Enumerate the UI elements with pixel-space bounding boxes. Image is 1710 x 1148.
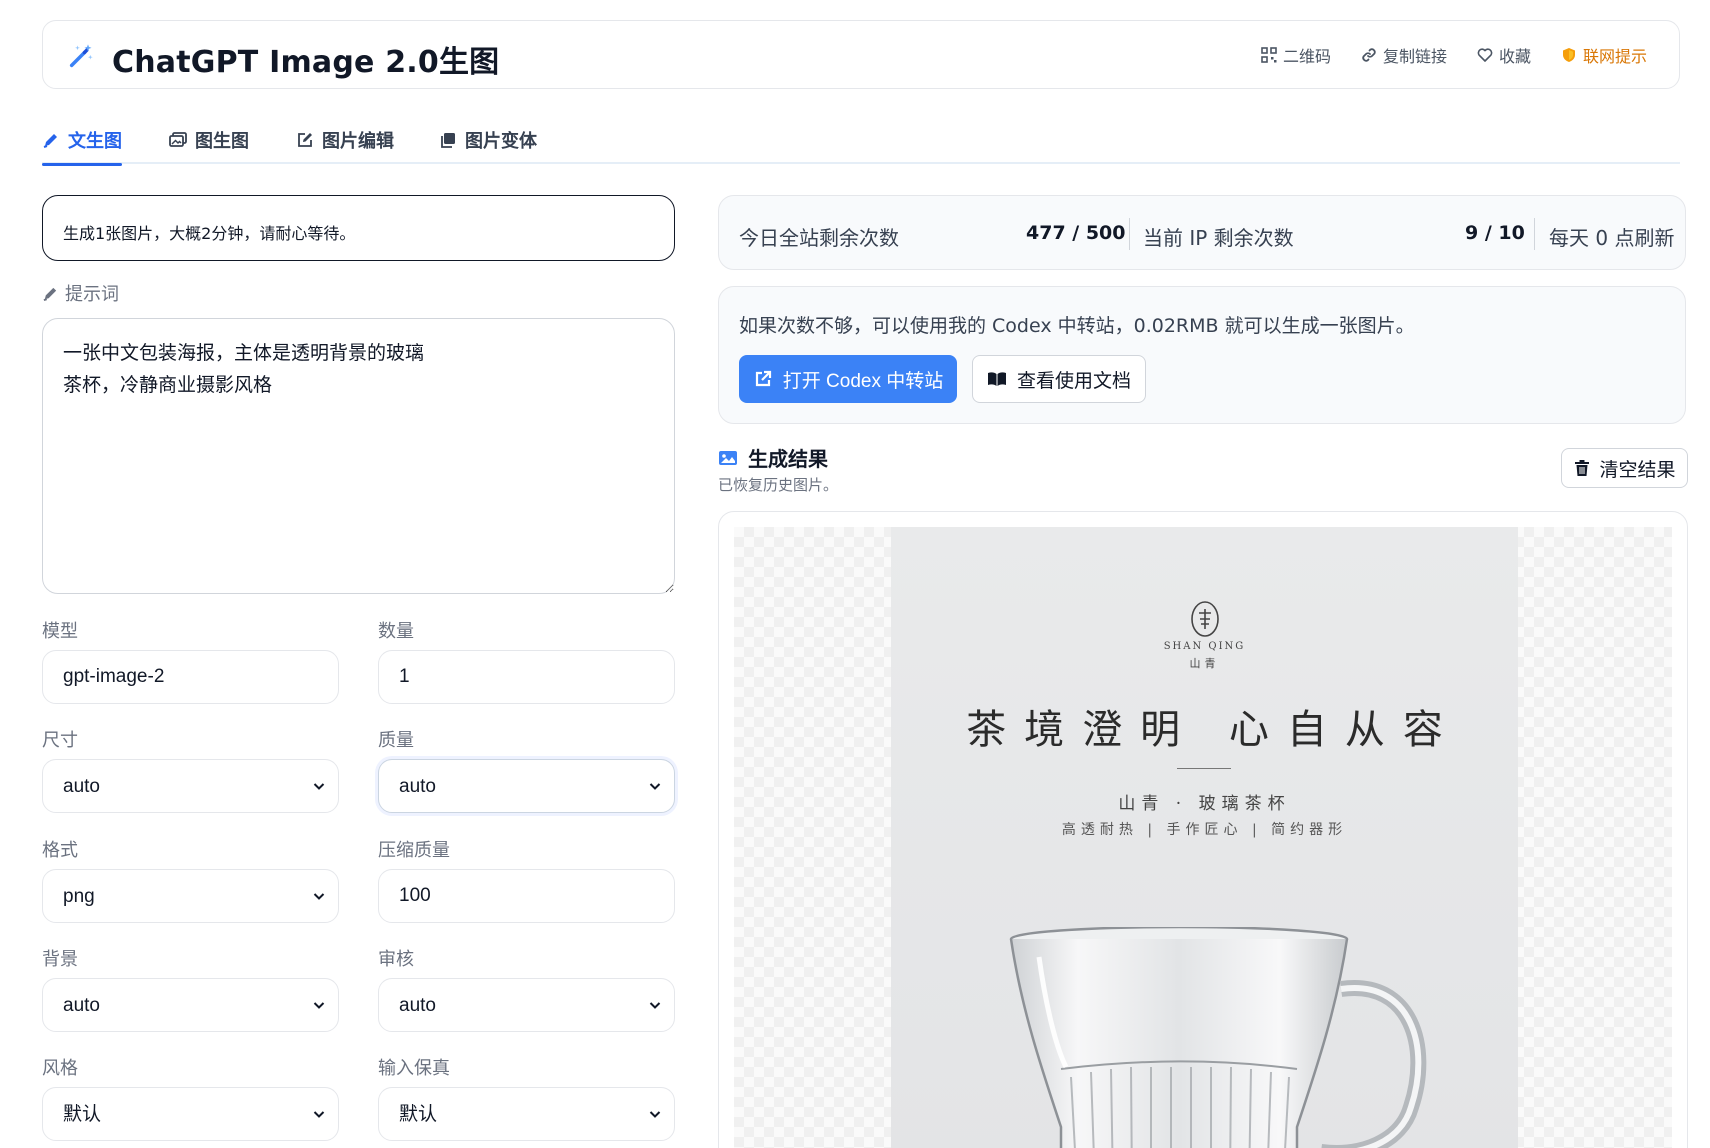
open-codex-label: 打开 Codex 中转站	[782, 370, 944, 392]
qrcode-icon	[1261, 47, 1277, 63]
input-fidelity-select[interactable]: 默认	[378, 1087, 675, 1141]
size-select-wrap: auto	[42, 759, 339, 813]
page-title: ChatGPT Image 2.0生图	[112, 45, 500, 80]
poster-divider	[1177, 768, 1231, 769]
trash-icon	[1575, 460, 1590, 476]
background-select[interactable]: auto	[42, 978, 339, 1032]
book-open-icon	[987, 372, 1006, 386]
format-select[interactable]: png	[42, 869, 339, 923]
background-select-wrap: auto	[42, 978, 339, 1032]
background-label: 背景	[42, 949, 78, 970]
clear-results-button[interactable]: 清空结果	[1561, 448, 1688, 488]
stats-divider	[1534, 218, 1535, 250]
size-select[interactable]: auto	[42, 759, 339, 813]
images-icon	[169, 132, 187, 147]
pen-icon	[43, 134, 57, 148]
network-tip-label: 联网提示	[1582, 47, 1647, 66]
input-fidelity-select-wrap: 默认	[378, 1087, 675, 1141]
tab-image-edit[interactable]: 图片编辑	[296, 118, 394, 162]
size-label: 尺寸	[42, 730, 78, 751]
pen-icon	[43, 287, 57, 301]
link-icon	[1362, 48, 1376, 62]
result-card: SHAN QING 山青 茶境澄明 心自从容 山青 · 玻璃茶杯 高透耐热 | …	[718, 511, 1688, 1148]
format-select-wrap: png	[42, 869, 339, 923]
favorite-button[interactable]: 收藏	[1477, 43, 1531, 67]
tab-image-to-image[interactable]: 图生图	[169, 118, 249, 162]
ip-quota-label: 当前 IP 剩余次数	[1143, 226, 1294, 250]
style-select[interactable]: 默认	[42, 1087, 339, 1141]
style-label: 风格	[42, 1058, 78, 1079]
view-docs-label: 查看使用文档	[1016, 369, 1131, 392]
quality-select[interactable]: auto	[378, 759, 675, 813]
moderation-label: 审核	[378, 949, 414, 970]
copy-icon	[441, 133, 455, 148]
poster-product-line: 山青 · 玻璃茶杯	[1118, 794, 1291, 814]
qrcode-label: 二维码	[1282, 47, 1331, 66]
compression-input[interactable]	[378, 869, 675, 923]
model-input[interactable]	[42, 650, 339, 704]
model-label: 模型	[42, 621, 78, 642]
app-header: ChatGPT Image 2.0生图 二维码 复制链接 收藏 联网提示	[42, 20, 1680, 89]
moderation-select[interactable]: auto	[378, 978, 675, 1032]
image-icon	[719, 450, 737, 465]
count-label: 数量	[378, 621, 414, 642]
open-codex-button[interactable]: 打开 Codex 中转站	[739, 355, 957, 403]
quality-label: 质量	[378, 730, 414, 751]
style-select-wrap: 默认	[42, 1087, 339, 1141]
glass-teacup-illustration	[1009, 927, 1427, 1148]
stats-divider	[1129, 218, 1130, 250]
quota-stats: 今日全站剩余次数 477 / 500 当前 IP 剩余次数 9 / 10 每天 …	[718, 195, 1686, 270]
count-input[interactable]	[378, 650, 675, 704]
moderation-select-wrap: auto	[378, 978, 675, 1032]
tab-label: 文生图	[68, 131, 122, 152]
tab-label: 图片变体	[465, 131, 537, 152]
brand-name-en: SHAN QING	[1163, 641, 1246, 652]
refresh-note: 每天 0 点刷新	[1549, 226, 1675, 250]
prompt-label: 提示词	[42, 280, 119, 306]
brand-name-cn: 山青	[1189, 657, 1220, 670]
mode-tabs: 文生图 图生图 图片编辑 图片变体	[42, 116, 1680, 166]
compression-label: 压缩质量	[378, 840, 450, 861]
edit-icon	[298, 133, 312, 147]
poster-headline: 茶境澄明 心自从容	[966, 707, 1461, 753]
heart-icon	[1477, 48, 1493, 62]
input-fidelity-label: 输入保真	[378, 1058, 450, 1079]
poster-feature-line: 高透耐热 | 手作匠心 | 简约器形	[1061, 822, 1348, 838]
prompt-textarea[interactable]: 一张中文包装海报，主体是透明背景的玻璃 茶杯，冷静商业摄影风格	[42, 318, 675, 594]
quality-select-wrap: auto	[378, 759, 675, 813]
tab-image-variation[interactable]: 图片变体	[439, 118, 537, 162]
codex-promo: 如果次数不够，可以使用我的 Codex 中转站，0.02RMB 就可以生成一张图…	[718, 286, 1686, 424]
external-link-icon	[755, 370, 771, 387]
qrcode-button[interactable]: 二维码	[1261, 43, 1331, 67]
generation-notice: 生成1张图片，大概2分钟，请耐心等待。	[42, 195, 675, 261]
header-actions: 二维码 复制链接 收藏 联网提示	[1261, 43, 1647, 67]
format-label: 格式	[42, 840, 78, 861]
tab-label: 图生图	[195, 131, 249, 152]
generated-image[interactable]: SHAN QING 山青 茶境澄明 心自从容 山青 · 玻璃茶杯 高透耐热 | …	[891, 527, 1518, 1148]
prompt-label-text: 提示词	[65, 284, 119, 305]
site-quota-label: 今日全站剩余次数	[739, 226, 899, 250]
copy-link-label: 复制链接	[1382, 47, 1447, 66]
site-quota-value: 477 / 500	[1026, 222, 1126, 244]
view-docs-button[interactable]: 查看使用文档	[972, 355, 1146, 403]
shield-icon	[1562, 48, 1575, 62]
favorite-label: 收藏	[1498, 47, 1531, 66]
magic-wand-icon	[69, 44, 93, 68]
copy-link-button[interactable]: 复制链接	[1361, 43, 1447, 67]
result-heading: 生成结果	[718, 443, 828, 472]
codex-message: 如果次数不够，可以使用我的 Codex 中转站，0.02RMB 就可以生成一张图…	[739, 315, 1415, 337]
tab-text-to-image[interactable]: 文生图	[42, 118, 122, 166]
ip-quota-value: 9 / 10	[1465, 222, 1525, 244]
result-title-text: 生成结果	[748, 447, 828, 471]
tab-label: 图片编辑	[322, 131, 394, 152]
network-tip-button[interactable]: 联网提示	[1561, 43, 1647, 67]
clear-results-label: 清空结果	[1599, 458, 1676, 481]
brand-seal-icon	[1191, 601, 1219, 637]
result-subtitle: 已恢复历史图片。	[718, 476, 839, 494]
